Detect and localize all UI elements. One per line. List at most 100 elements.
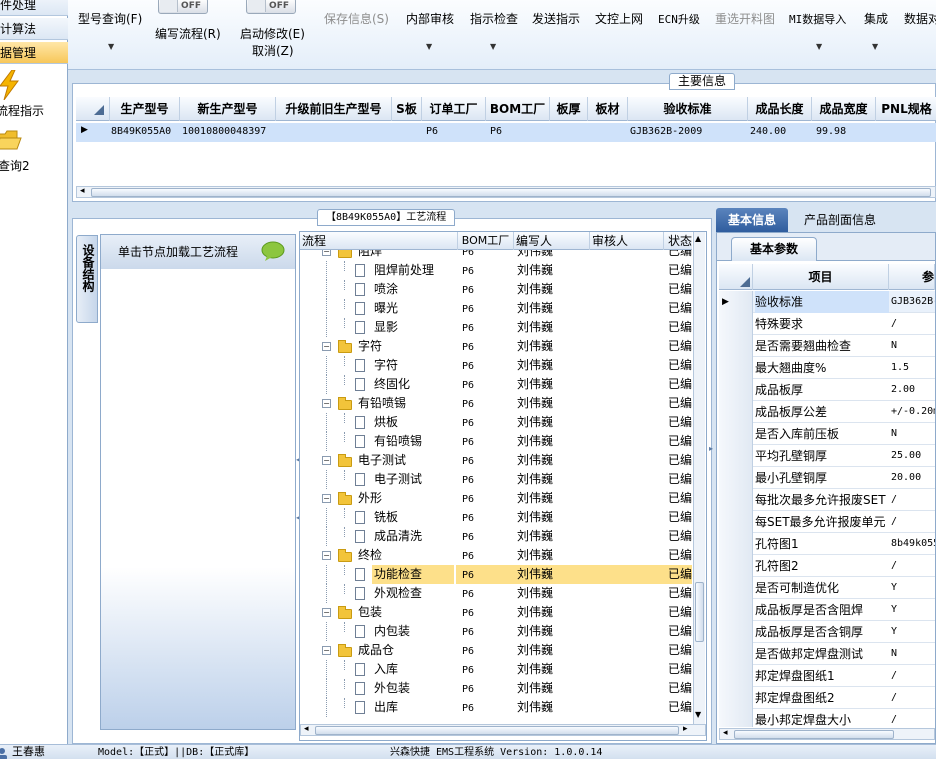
- tree-step-row[interactable]: 有铅喷锡 P6 刘伟巍 已编: [300, 432, 692, 451]
- col-header[interactable]: S板: [392, 97, 422, 121]
- tree-group-row[interactable]: − 包装 P6 刘伟巍 已编: [300, 603, 692, 622]
- tab-basic-params[interactable]: 基本参数: [731, 237, 817, 261]
- tree-step-row[interactable]: 成品清洗 P6 刘伟巍 已编: [300, 527, 692, 546]
- send-instruction-button[interactable]: 发送指示: [532, 10, 580, 27]
- collapse-icon[interactable]: −: [322, 646, 331, 655]
- mi-data-import-button[interactable]: MI数据导入: [789, 11, 846, 27]
- collapse-icon[interactable]: −: [322, 608, 331, 617]
- param-row[interactable]: 最小孔壁铜厚 20.00: [719, 467, 935, 489]
- doc-control-online-button[interactable]: 文控上网: [595, 10, 643, 27]
- tree-group-row[interactable]: − 字符 P6 刘伟巍 已编: [300, 337, 692, 356]
- param-row[interactable]: 最大翘曲度% 1.5: [719, 357, 935, 379]
- param-row[interactable]: 是否做邦定焊盘测试 N: [719, 643, 935, 665]
- collapse-icon[interactable]: −: [322, 456, 331, 465]
- param-row[interactable]: 成品板厚是否含铜厚 Y: [719, 621, 935, 643]
- tree-group-row[interactable]: − 阻焊 P6 刘伟巍 已编: [300, 250, 692, 261]
- collapse-icon[interactable]: −: [322, 342, 331, 351]
- collapse-icon[interactable]: −: [322, 494, 331, 503]
- tree-group-row[interactable]: − 成品仓 P6 刘伟巍 已编: [300, 641, 692, 660]
- tree-step-row[interactable]: 曝光 P6 刘伟巍 已编: [300, 299, 692, 318]
- col-header[interactable]: BOM工厂: [458, 232, 514, 250]
- param-row[interactable]: 成品板厚 2.00: [719, 379, 935, 401]
- nav-item-process-instruction[interactable]: 流程指示: [0, 70, 68, 120]
- nav-item-design-algorithm[interactable]: 设计算法: [0, 18, 68, 40]
- tab-process-flow[interactable]: 【8B49K055A0】工艺流程: [317, 209, 456, 226]
- chevron-down-icon[interactable]: ▼: [816, 42, 822, 51]
- param-row[interactable]: 每SET最多允许报废单元 /: [719, 511, 935, 533]
- table-row[interactable]: ▶ 8B49K055A0 10010800048397 P6 P6 GJB362…: [76, 123, 936, 142]
- param-row[interactable]: 是否需要翘曲检查 N: [719, 335, 935, 357]
- col-header[interactable]: 成品宽度: [812, 97, 876, 121]
- param-row[interactable]: 每批次最多允许报废SET /: [719, 489, 935, 511]
- chevron-down-icon[interactable]: ▼: [108, 42, 114, 51]
- collapse-icon[interactable]: −: [322, 250, 331, 256]
- param-row[interactable]: 特殊要求 /: [719, 313, 935, 335]
- tree-step-row[interactable]: 铣板 P6 刘伟巍 已编: [300, 508, 692, 527]
- col-header[interactable]: 状态: [664, 232, 694, 250]
- col-header[interactable]: 板厚: [550, 97, 588, 121]
- scroll-thumb[interactable]: [734, 730, 894, 739]
- col-header[interactable]: 成品长度: [748, 97, 812, 121]
- chevron-down-icon[interactable]: ▼: [490, 42, 496, 51]
- col-header[interactable]: 审核人: [590, 232, 664, 250]
- tab-equipment-structure[interactable]: 设备结构: [76, 235, 98, 323]
- tree-step-row[interactable]: 显影 P6 刘伟巍 已编: [300, 318, 692, 337]
- col-header[interactable]: 验收标准: [628, 97, 748, 121]
- model-query-button[interactable]: 型号查询(F): [78, 10, 142, 27]
- reselect-cutting-button[interactable]: 重选开料图: [715, 10, 775, 27]
- params-hscrollbar[interactable]: ◂: [719, 728, 935, 740]
- write-process-button[interactable]: 编写流程(R): [155, 25, 221, 42]
- tab-product-profile[interactable]: 产品剖面信息: [790, 208, 890, 232]
- tree-group-row[interactable]: − 电子测试 P6 刘伟巍 已编: [300, 451, 692, 470]
- col-header[interactable]: 参: [889, 264, 935, 290]
- tree-group-row[interactable]: − 外形 P6 刘伟巍 已编: [300, 489, 692, 508]
- instruction-check-button[interactable]: 指示检查: [470, 10, 518, 27]
- save-info-button[interactable]: 保存信息(S): [324, 10, 389, 27]
- main-info-hscrollbar[interactable]: ◂: [76, 186, 936, 198]
- tab-basic-info[interactable]: 基本信息: [716, 208, 788, 232]
- col-header[interactable]: 升级前旧生产型号: [276, 97, 392, 121]
- col-header[interactable]: 板材: [588, 97, 628, 121]
- param-row[interactable]: 孔符图2 /: [719, 555, 935, 577]
- param-row[interactable]: 是否入库前压板 N: [719, 423, 935, 445]
- scroll-thumb[interactable]: [315, 726, 679, 735]
- data-compare-button[interactable]: 数据对: [904, 10, 936, 27]
- param-row[interactable]: 成品板厚公差 +/-0.20m: [719, 401, 935, 423]
- param-row[interactable]: 平均孔壁铜厚 25.00: [719, 445, 935, 467]
- tree-step-row[interactable]: 功能检查 P6 刘伟巍 已编: [300, 565, 692, 584]
- ecn-upgrade-button[interactable]: ECN升级: [658, 11, 700, 27]
- write-process-toggle[interactable]: OFF: [158, 0, 208, 14]
- nav-item-query2[interactable]: 查询2: [0, 126, 68, 176]
- param-row[interactable]: 孔符图1 8b49k055: [719, 533, 935, 555]
- param-row[interactable]: 成品板厚是否含阻焊 Y: [719, 599, 935, 621]
- nav-item-file-processing[interactable]: 文件处理: [0, 0, 68, 16]
- tree-step-row[interactable]: 外观检查 P6 刘伟巍 已编: [300, 584, 692, 603]
- process-vscrollbar[interactable]: ▲ ▼: [693, 232, 705, 724]
- tree-step-row[interactable]: 字符 P6 刘伟巍 已编: [300, 356, 692, 375]
- param-row[interactable]: ▶ 验收标准 GJB362B-: [719, 291, 935, 313]
- param-row[interactable]: 最小邦定焊盘大小 /: [719, 709, 935, 727]
- process-hscrollbar[interactable]: ◂ ▸: [300, 724, 706, 736]
- col-header[interactable]: 订单工厂: [422, 97, 486, 121]
- start-modify-toggle[interactable]: OFF: [246, 0, 296, 14]
- tree-step-row[interactable]: 外包装 P6 刘伟巍 已编: [300, 679, 692, 698]
- cancel-button[interactable]: 取消(Z): [252, 42, 294, 59]
- tree-step-row[interactable]: 阻焊前处理 P6 刘伟巍 已编: [300, 261, 692, 280]
- param-row[interactable]: 邦定焊盘图纸2 /: [719, 687, 935, 709]
- tree-group-row[interactable]: − 有铅喷锡 P6 刘伟巍 已编: [300, 394, 692, 413]
- tree-step-row[interactable]: 电子测试 P6 刘伟巍 已编: [300, 470, 692, 489]
- col-header[interactable]: 流程: [300, 232, 458, 250]
- internal-review-button[interactable]: 内部审核: [406, 10, 454, 27]
- tab-main-info[interactable]: 主要信息: [669, 73, 736, 90]
- tree-step-row[interactable]: 终固化 P6 刘伟巍 已编: [300, 375, 692, 394]
- col-header[interactable]: 生产型号: [110, 97, 180, 121]
- nav-item-data-management[interactable]: 数据管理: [0, 42, 68, 64]
- chevron-down-icon[interactable]: ▼: [426, 42, 432, 51]
- col-header[interactable]: 新生产型号: [180, 97, 276, 121]
- tree-group-row[interactable]: − 终检 P6 刘伟巍 已编: [300, 546, 692, 565]
- col-header[interactable]: BOM工厂: [486, 97, 550, 121]
- scroll-thumb[interactable]: [91, 188, 931, 197]
- tree-step-row[interactable]: 烘板 P6 刘伟巍 已编: [300, 413, 692, 432]
- tree-step-row[interactable]: 入库 P6 刘伟巍 已编: [300, 660, 692, 679]
- tree-step-row[interactable]: 内包装 P6 刘伟巍 已编: [300, 622, 692, 641]
